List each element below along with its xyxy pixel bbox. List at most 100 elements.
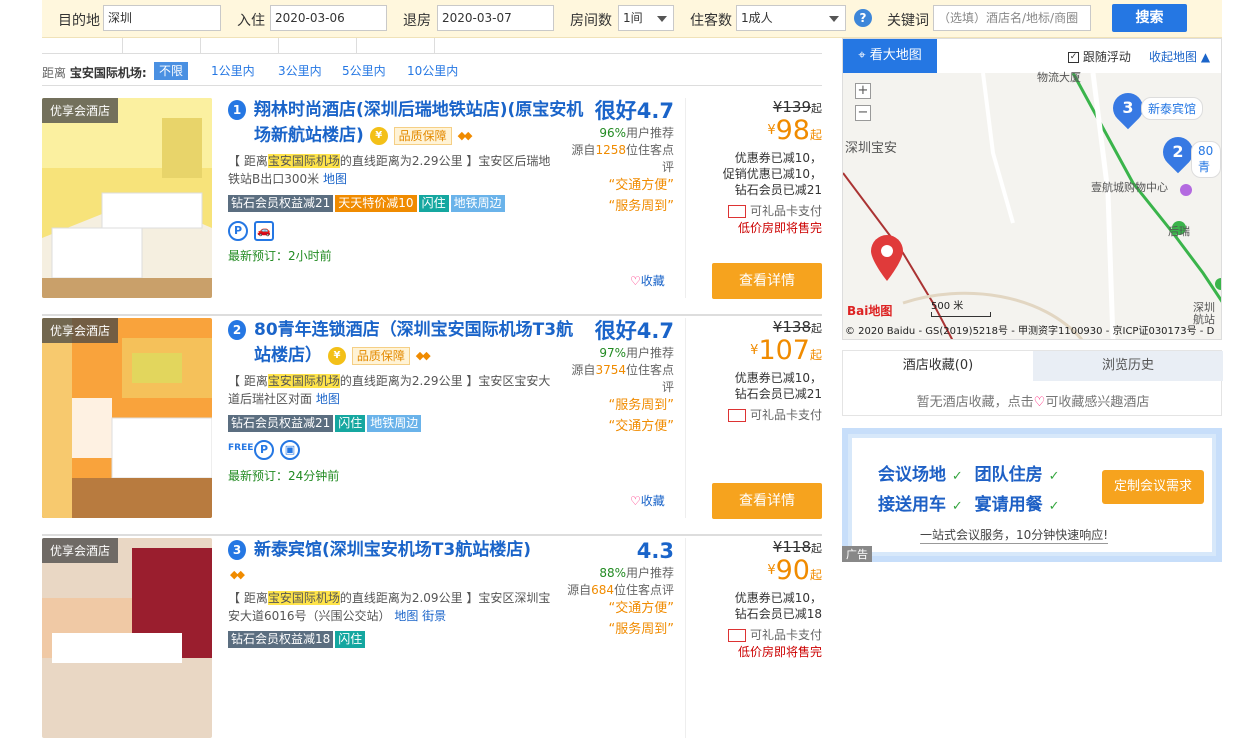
follow-toggle[interactable]: ✓ 跟随浮动: [1068, 48, 1131, 65]
help-icon[interactable]: ?: [854, 9, 872, 27]
checkin-input[interactable]: 2020-03-06: [270, 5, 387, 31]
map-scale: 500 米: [931, 297, 991, 317]
keyword-tag: “交通方便”: [608, 601, 674, 616]
recent-booking: 最新预订：2小时前: [228, 249, 332, 263]
distance-option-5km[interactable]: 5公里内: [337, 62, 391, 80]
gift-card: 可礼品卡支付: [692, 406, 822, 423]
amenities: FREE P ▣: [228, 440, 306, 462]
promo-line: 优惠券已减10，: [734, 591, 822, 605]
score-block: 很好4.7 96%用户推荐 源自1258位住客点评 “交通方便” “服务周到”: [562, 98, 674, 217]
view-big-map-button[interactable]: ⌖ 看大地图: [843, 39, 937, 73]
distance-option-1km[interactable]: 1公里内: [206, 62, 260, 80]
map-pin-2-label[interactable]: 80青: [1191, 141, 1221, 178]
checkout-input[interactable]: 2020-03-07: [437, 5, 554, 31]
hotel-score[interactable]: 很好4.7: [562, 318, 674, 344]
card-divider: [42, 534, 822, 536]
distance-option-any[interactable]: 不限: [154, 62, 189, 80]
baidu-logo: Bai地图: [847, 304, 893, 318]
map-pin-3-label[interactable]: 新泰宾馆: [1141, 97, 1204, 120]
collapse-map-link[interactable]: 收起地图 ▲: [1149, 48, 1210, 65]
map-pin-2-number: 2: [1172, 142, 1184, 161]
rooms-select[interactable]: 1间: [618, 5, 674, 31]
keyword-tag: “服务周到”: [608, 199, 674, 214]
rank-badge: 1: [228, 100, 246, 120]
map-link[interactable]: 地图: [316, 392, 340, 406]
tab-favorites[interactable]: 酒店收藏(0): [843, 351, 1033, 381]
chevron-down-icon: [657, 16, 667, 22]
hotel-address: 【 距离宝安国际机场的直线距离为2.29公里 】宝安区后瑞地铁站B出口300米 …: [228, 154, 551, 186]
rank-badge: 3: [228, 540, 246, 560]
check-icon: ✓: [951, 469, 963, 484]
divider: [685, 538, 686, 738]
ad-content: 会议场地 ✓ 团队住房 ✓ 接送用车 ✓ 宴请用餐 ✓ 定制会议需求 一站式会议…: [852, 438, 1212, 552]
hotel-name-text: 新泰宾馆(深圳宝安机场T3航站楼店): [254, 540, 531, 560]
map-marker-icon[interactable]: [871, 235, 903, 281]
hotel-name[interactable]: 新泰宾馆(深圳宝安机场T3航站楼店): [254, 538, 584, 563]
gift-card-icon: [728, 629, 747, 642]
check-icon: ✓: [951, 499, 963, 514]
zoom-out-button[interactable]: −: [855, 105, 871, 121]
map-link[interactable]: 地图: [323, 172, 347, 186]
price-block: ¥118起 ¥90起 优惠券已减10， 钻石会员已减18 可礼品卡支付 低价房即…: [692, 538, 822, 660]
hotel-ribbon: 优享会酒店: [42, 318, 119, 343]
keyword-tag: “服务周到”: [608, 622, 674, 637]
original-price: ¥138: [772, 318, 811, 336]
favorite-button[interactable]: ♡收藏: [630, 492, 665, 509]
destination-input[interactable]: 深圳: [103, 5, 221, 31]
current-price: ¥107起: [750, 335, 822, 366]
hotel-photo[interactable]: 优享会酒店: [42, 538, 212, 738]
original-price: ¥139: [772, 98, 811, 116]
parking-icon: P: [228, 221, 248, 241]
keyword-tag: “交通方便”: [608, 419, 674, 434]
gift-card: 可礼品卡支付: [692, 202, 822, 219]
hotel-name[interactable]: 翔林时尚酒店(深圳后瑞地铁站店)(原宝安机场新航站楼店) ¥ 品质保障 ◆◆: [254, 98, 584, 149]
heart-icon: ♡: [1033, 395, 1046, 410]
hotel-card: 优享会酒店 1 翔林时尚酒店(深圳后瑞地铁站店)(原宝安机场新航站楼店) ¥ 品…: [42, 98, 822, 316]
keyword-tag: “服务周到”: [608, 398, 674, 413]
distance-filter: 距离 宝安国际机场: 不限 1公里内 3公里内 5公里内 10公里内: [42, 60, 822, 86]
rooms-value: 1间: [623, 11, 643, 25]
tag: 闪住: [418, 195, 449, 212]
follow-checkbox[interactable]: ✓: [1068, 52, 1079, 63]
quality-badge: 品质保障: [393, 126, 452, 145]
current-price: ¥98起: [767, 115, 822, 146]
view-details-button[interactable]: 查看详情: [712, 263, 822, 299]
divider: [685, 98, 686, 298]
hotel-photo[interactable]: 优享会酒店: [42, 318, 212, 518]
ad-label: 广告: [842, 546, 872, 562]
checkin-label: 入住: [237, 13, 265, 29]
room-photo-image: [42, 98, 212, 298]
wifi-icon: FREE: [228, 443, 254, 453]
hotel-score[interactable]: 很好4.7: [562, 98, 674, 124]
keyword-tag: “交通方便”: [608, 178, 674, 193]
favorite-button[interactable]: ♡收藏: [630, 272, 665, 289]
guests-value: 1成人: [741, 11, 773, 25]
promo-line: 钻石会员已减21: [734, 387, 822, 401]
hotel-score[interactable]: 4.3: [562, 538, 674, 564]
zoom-in-button[interactable]: +: [855, 83, 871, 99]
low-price-warning: 低价房即将售完: [737, 645, 822, 659]
map-link[interactable]: 地图 街景: [394, 609, 446, 623]
price-block: ¥138起 ¥107起 优惠券已减10， 钻石会员已减21 可礼品卡支付: [692, 318, 822, 423]
keyword-label: 关键词: [887, 13, 929, 29]
hotel-photo[interactable]: 优享会酒店: [42, 98, 212, 298]
distance-option-3km[interactable]: 3公里内: [273, 62, 327, 80]
search-button[interactable]: 搜索: [1112, 4, 1187, 32]
tab-history[interactable]: 浏览历史: [1033, 351, 1223, 381]
hotel-address: 【 距离宝安国际机场的直线距离为2.09公里 】宝安区深圳宝安大道6016号（兴…: [228, 591, 551, 623]
ad-banner[interactable]: 会议场地 ✓ 团队住房 ✓ 接送用车 ✓ 宴请用餐 ✓ 定制会议需求 一站式会议…: [842, 428, 1222, 562]
gift-card-icon: [728, 409, 747, 422]
guests-select[interactable]: 1成人: [736, 5, 846, 31]
map-label: 壹航城购物中心: [1091, 181, 1168, 194]
hotel-name[interactable]: 80青年连锁酒店（深圳宝安国际机场T3航站楼店） ¥ 品质保障 ◆◆: [254, 318, 584, 369]
promo-line: 促销优惠已减10，: [722, 167, 822, 181]
medal-icon: ¥: [327, 346, 346, 365]
check-icon: ✓: [1048, 469, 1060, 484]
keyword-input[interactable]: （选填）酒店名/地标/商圈: [933, 5, 1091, 31]
tag: 闪住: [335, 631, 366, 648]
distance-option-10km[interactable]: 10公里内: [402, 62, 463, 80]
low-price-warning: 低价房即将售完: [737, 221, 822, 235]
custom-meeting-button[interactable]: 定制会议需求: [1102, 470, 1204, 504]
view-details-button[interactable]: 查看详情: [712, 483, 822, 519]
room-photo-image: [42, 318, 212, 518]
